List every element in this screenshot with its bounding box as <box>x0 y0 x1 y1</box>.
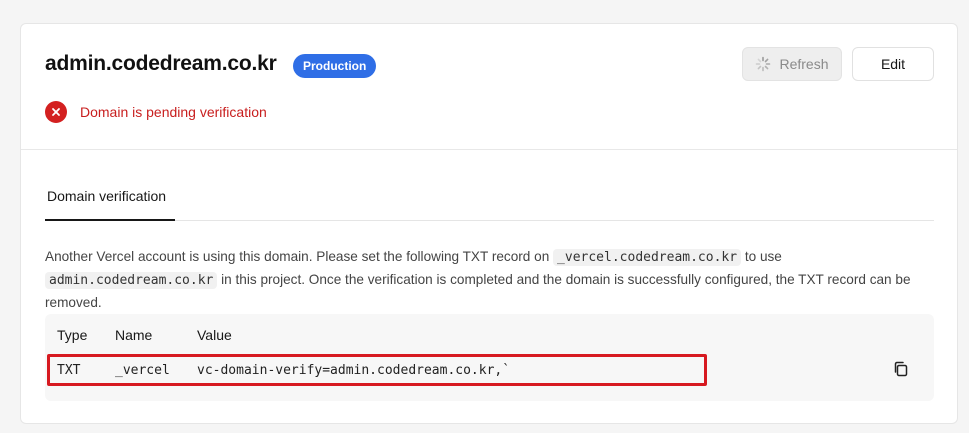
error-circle-icon <box>45 101 67 123</box>
domain-card: admin.codedream.co.kr Production Refresh… <box>20 23 958 424</box>
loading-spinner-icon <box>755 56 771 72</box>
txt-record-host-code: _vercel.codedream.co.kr <box>553 249 742 266</box>
refresh-button[interactable]: Refresh <box>742 47 842 81</box>
edit-button[interactable]: Edit <box>852 47 934 81</box>
record-name-cell[interactable]: _vercel <box>115 363 170 378</box>
record-value-cell[interactable]: vc-domain-verify=admin.codedream.co.kr,` <box>197 363 510 378</box>
domain-code: admin.codedream.co.kr <box>45 272 218 289</box>
verification-instructions: Another Vercel account is using this dom… <box>45 249 911 310</box>
domain-name-heading: admin.codedream.co.kr <box>45 52 277 75</box>
tab-bar: Domain verification <box>45 184 934 221</box>
copy-button[interactable] <box>891 361 911 381</box>
column-header-name: Name <box>115 327 153 343</box>
section-divider <box>21 149 957 150</box>
column-header-type: Type <box>57 327 88 343</box>
refresh-button-label: Refresh <box>779 56 829 72</box>
dns-records-table: Type Name Value TXT _vercel vc-domain-ve… <box>45 314 934 401</box>
status-text: Domain is pending verification <box>80 104 267 120</box>
column-header-value: Value <box>197 327 232 343</box>
tab-domain-verification[interactable]: Domain verification <box>45 184 175 221</box>
record-type-cell: TXT <box>57 363 81 378</box>
production-badge: Production <box>293 54 377 78</box>
verification-status: Domain is pending verification <box>45 101 267 123</box>
copy-icon <box>893 361 909 382</box>
